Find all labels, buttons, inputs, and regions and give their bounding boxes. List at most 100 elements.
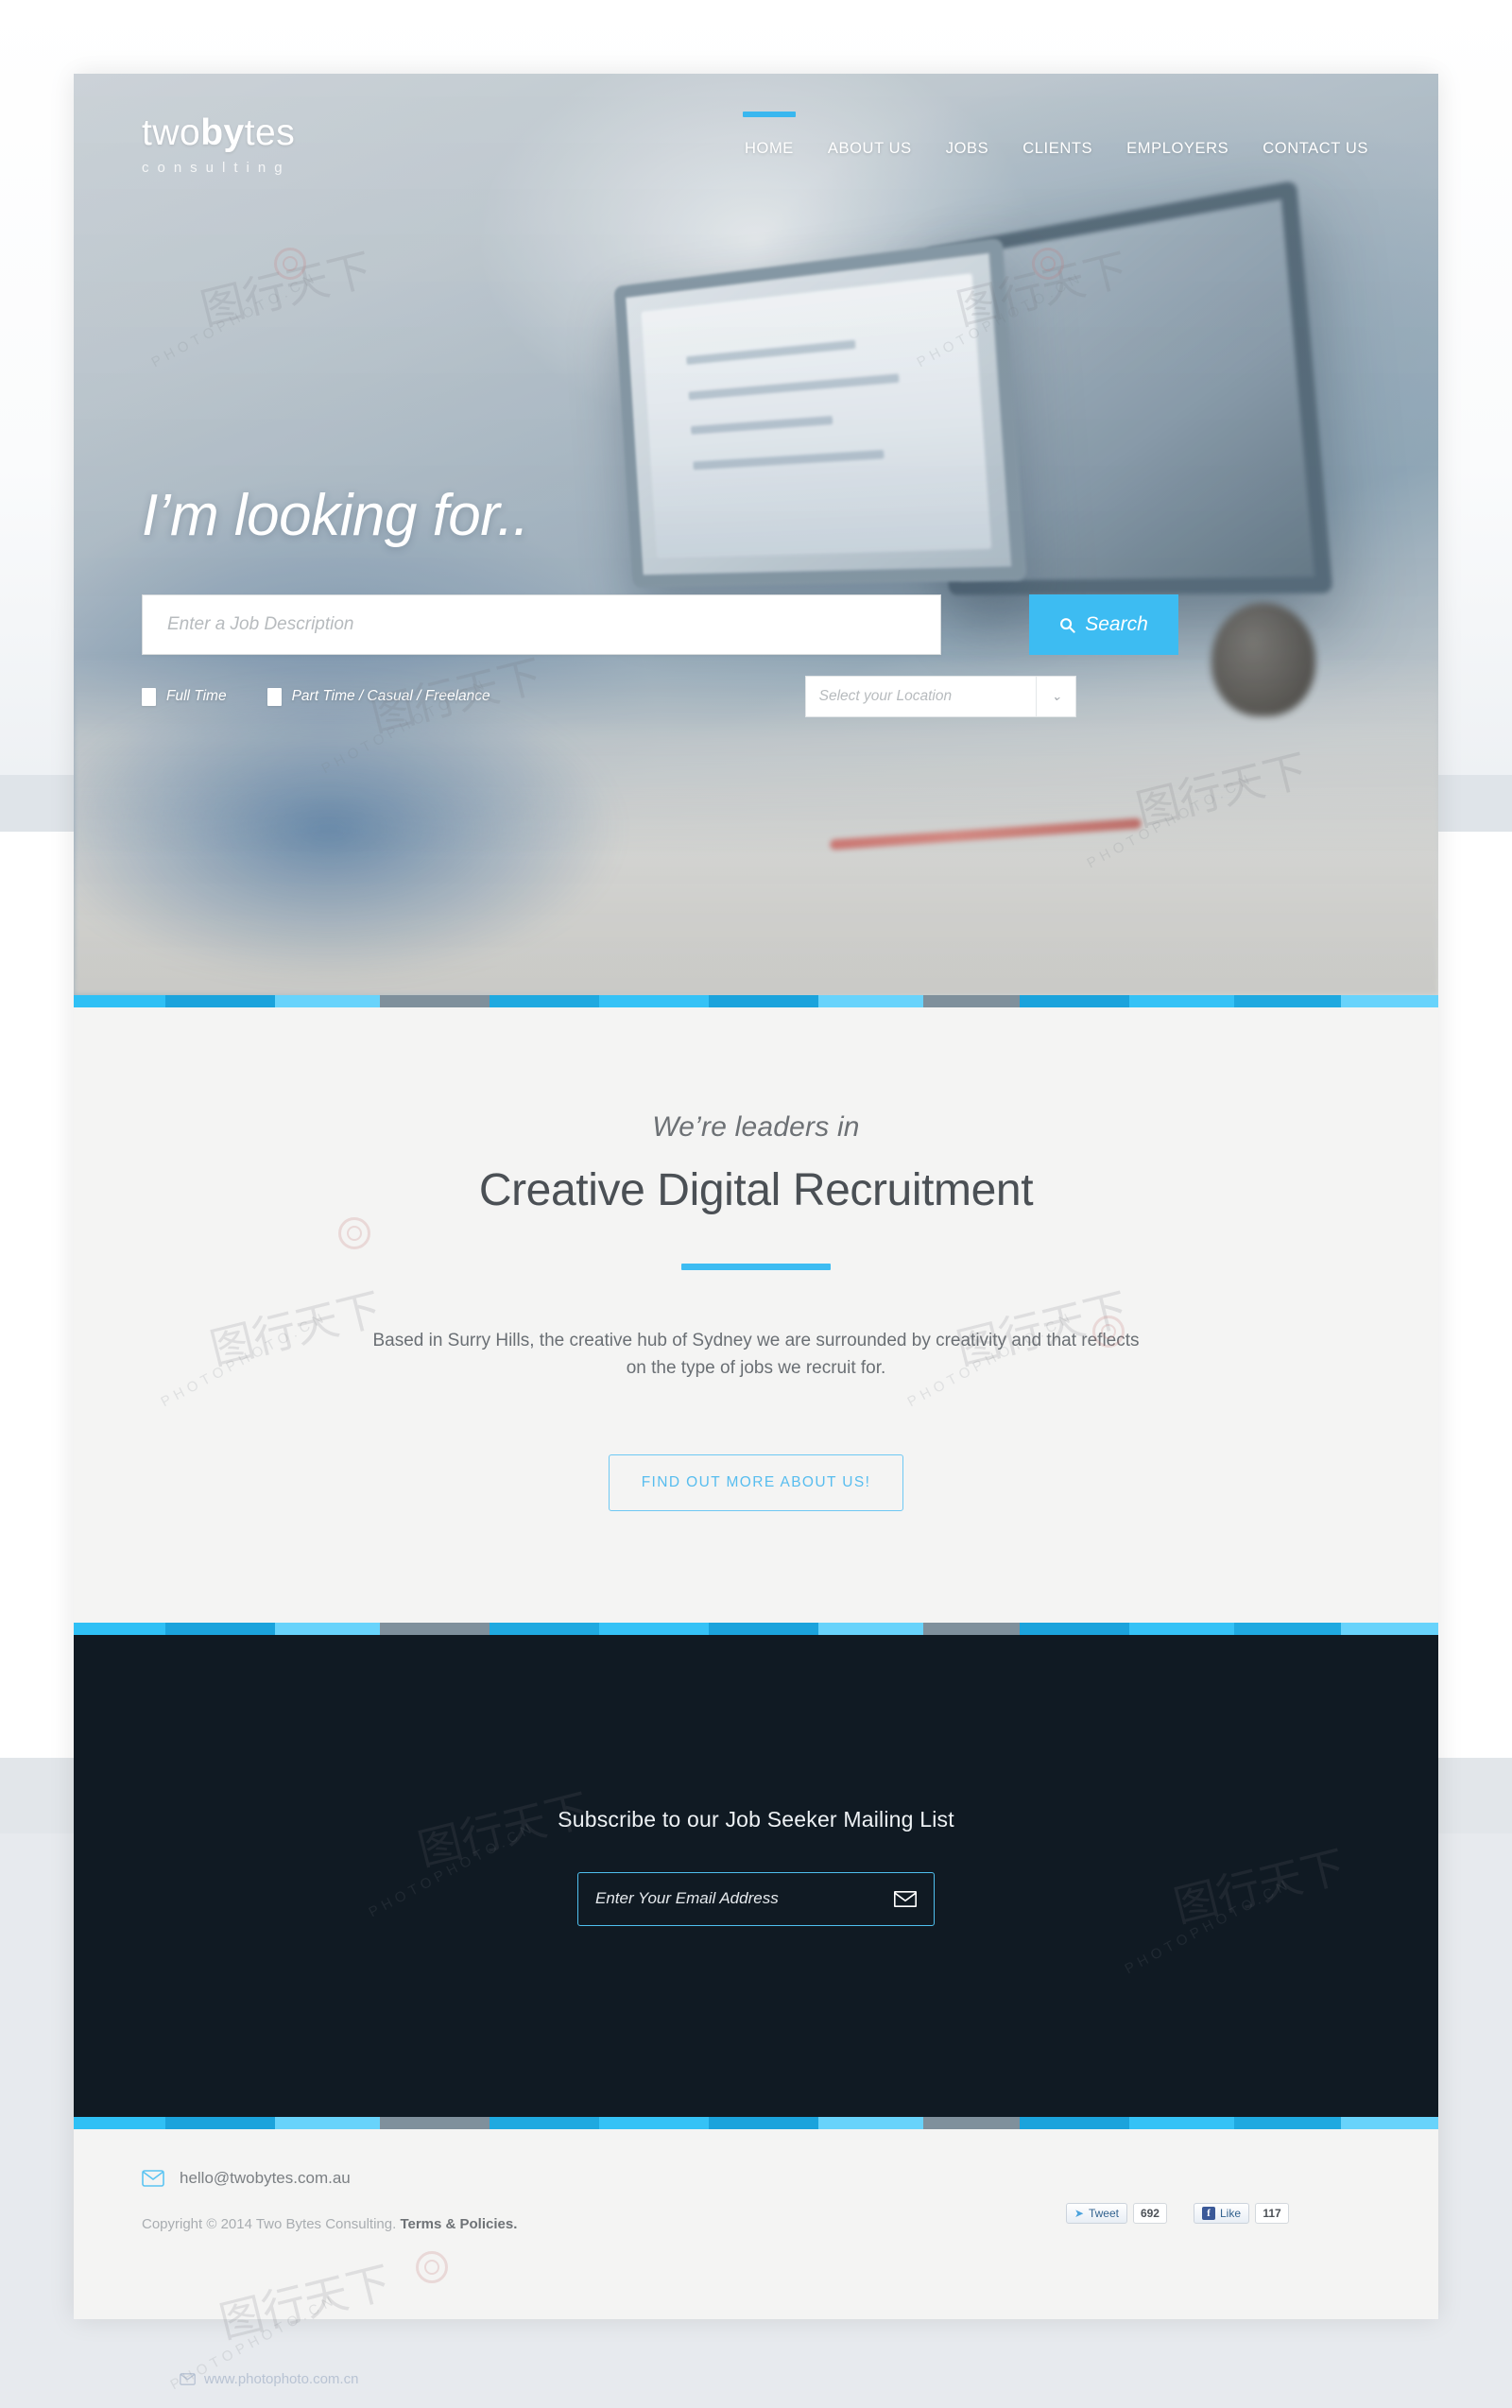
copyright-text: Copyright © 2014 Two Bytes Consulting. — [142, 2215, 397, 2232]
nav-item-contact-us[interactable]: CONTACT US — [1261, 123, 1370, 175]
nav-item-about-us[interactable]: ABOUT US — [826, 123, 914, 175]
logo-suffix: tes — [244, 112, 296, 153]
logo-wordmark: twobytes — [142, 114, 295, 151]
stripe-segment-4 — [489, 2116, 600, 2129]
logo-tagline: consulting — [142, 159, 291, 176]
hero-title: I’m looking for.. — [142, 483, 529, 548]
intro-eyebrow: We’re leaders in — [652, 1111, 860, 1143]
stripe-segment-10 — [1129, 1622, 1235, 1635]
stripe-segment-6 — [709, 995, 819, 1007]
stripe-segment-10 — [1129, 2116, 1235, 2129]
stripe-segment-11 — [1234, 995, 1342, 1007]
like-button[interactable]: f Like — [1193, 2202, 1249, 2224]
filter-full-time-label: Full Time — [166, 688, 227, 704]
hero-section: twobytes consulting HOME ABOUT US JOBS C… — [74, 74, 1438, 995]
watermark-mail-icon — [180, 2373, 196, 2385]
stripe-segment-4 — [489, 1622, 600, 1635]
watermark-site-text: www.photophoto.com.cn — [204, 2371, 359, 2387]
facebook-icon: f — [1201, 2206, 1215, 2220]
stripe-segment-4 — [489, 995, 600, 1007]
nav-item-home[interactable]: HOME — [743, 111, 796, 175]
stripe-segment-6 — [709, 1622, 819, 1635]
stripe-segment-3 — [379, 1622, 490, 1635]
page-root: twobytes consulting HOME ABOUT US JOBS C… — [0, 0, 1512, 2408]
stripe-segment-9 — [1020, 995, 1130, 1007]
job-filter-row: Full Time Part Time / Casual / Freelance… — [142, 676, 1370, 717]
stripe-segment-1 — [165, 995, 276, 1007]
filter-part-time-label: Part Time / Casual / Freelance — [291, 688, 490, 704]
stripe-segment-3 — [379, 2116, 490, 2129]
like-count[interactable]: 117 — [1255, 2202, 1289, 2224]
stripe-segment-12 — [1341, 2116, 1438, 2129]
mail-icon — [142, 2170, 164, 2187]
watermark-footer: www.photophoto.com.cn — [180, 2371, 358, 2387]
stripe-segment-5 — [599, 995, 710, 1007]
job-search-form: Search — [142, 594, 1370, 655]
stripe-segment-8 — [922, 1622, 1021, 1635]
stripe-segment-8 — [922, 995, 1021, 1007]
facebook-group: f Like 117 — [1193, 2202, 1289, 2224]
stripe-segment-9 — [1020, 1622, 1130, 1635]
footer-email-row[interactable]: hello@twobytes.com.au — [142, 2169, 1370, 2188]
chevron-down-icon[interactable]: ⌄ — [1035, 677, 1062, 716]
subscribe-form — [577, 1871, 935, 1926]
website-mockup: twobytes consulting HOME ABOUT US JOBS C… — [74, 74, 1438, 2319]
checkbox-part-time[interactable] — [266, 687, 282, 706]
stripe-segment-5 — [599, 1622, 710, 1635]
intro-section: We’re leaders in Creative Digital Recrui… — [74, 1007, 1438, 1623]
social-buttons: ➤ Tweet 692 f Like 117 — [1065, 2202, 1289, 2224]
like-button-label: Like — [1219, 2206, 1241, 2220]
accent-divider — [681, 1264, 831, 1270]
terms-link[interactable]: Terms & Policies. — [400, 2216, 517, 2232]
find-out-more-button[interactable]: FIND OUT MORE ABOUT US! — [608, 1453, 904, 1511]
logo[interactable]: twobytes consulting — [142, 114, 295, 176]
stripe-segment-7 — [818, 2116, 923, 2129]
stripe-segment-1 — [165, 1622, 276, 1635]
stripe-segment-9 — [1020, 2116, 1130, 2129]
search-button[interactable]: Search — [1029, 594, 1178, 655]
intro-blurb: Based in Surry Hills, the creative hub o… — [372, 1331, 1140, 1379]
subscribe-section: Subscribe to our Job Seeker Mailing List — [74, 1634, 1438, 2117]
logo-bold: by — [200, 112, 245, 153]
stripe-segment-10 — [1129, 995, 1235, 1007]
stripe-divider-hero — [74, 995, 1438, 1007]
email-input[interactable] — [595, 1889, 894, 1909]
logo-prefix: two — [142, 112, 201, 153]
nav-item-employers[interactable]: EMPLOYERS — [1125, 123, 1230, 175]
stripe-segment-12 — [1341, 995, 1438, 1007]
location-select-placeholder: Select your Location — [818, 688, 953, 704]
stripe-segment-0 — [74, 2116, 166, 2129]
stripe-segment-11 — [1234, 1622, 1342, 1635]
nav-item-clients[interactable]: CLIENTS — [1021, 123, 1094, 175]
nav-item-jobs[interactable]: JOBS — [944, 123, 991, 175]
stripe-divider-intro — [74, 1622, 1438, 1635]
stripe-segment-12 — [1341, 1622, 1438, 1635]
stripe-segment-7 — [818, 995, 923, 1007]
stripe-segment-0 — [74, 995, 166, 1007]
stripe-segment-2 — [275, 2116, 380, 2129]
stripe-segment-2 — [275, 995, 380, 1007]
search-button-label: Search — [1085, 613, 1148, 635]
stripe-divider-subscribe — [74, 2116, 1438, 2129]
footer-email-text[interactable]: hello@twobytes.com.au — [180, 2169, 351, 2188]
tweet-count[interactable]: 692 — [1132, 2202, 1167, 2224]
envelope-icon[interactable] — [894, 1890, 917, 1907]
location-select[interactable]: Select your Location ⌄ — [804, 676, 1076, 717]
filter-part-time[interactable]: Part Time / Casual / Freelance — [266, 687, 490, 706]
stripe-segment-8 — [922, 2116, 1021, 2129]
site-header: twobytes consulting HOME ABOUT US JOBS C… — [74, 74, 1438, 215]
main-navigation: HOME ABOUT US JOBS CLIENTS EMPLOYERS CON… — [743, 111, 1370, 175]
stripe-segment-11 — [1234, 2116, 1342, 2129]
stripe-segment-1 — [165, 2116, 276, 2129]
checkbox-full-time[interactable] — [142, 687, 156, 706]
job-description-input[interactable] — [142, 594, 941, 655]
filter-full-time[interactable]: Full Time — [142, 687, 227, 706]
twitter-group: ➤ Tweet 692 — [1065, 2202, 1167, 2224]
tweet-button-label: Tweet — [1088, 2206, 1119, 2220]
tweet-button[interactable]: ➤ Tweet — [1065, 2202, 1127, 2224]
stripe-segment-7 — [818, 1622, 923, 1635]
stripe-segment-6 — [709, 2116, 819, 2129]
subscribe-title: Subscribe to our Job Seeker Mailing List — [558, 1806, 954, 1832]
stripe-segment-0 — [74, 1622, 166, 1635]
stripe-segment-5 — [599, 2116, 710, 2129]
